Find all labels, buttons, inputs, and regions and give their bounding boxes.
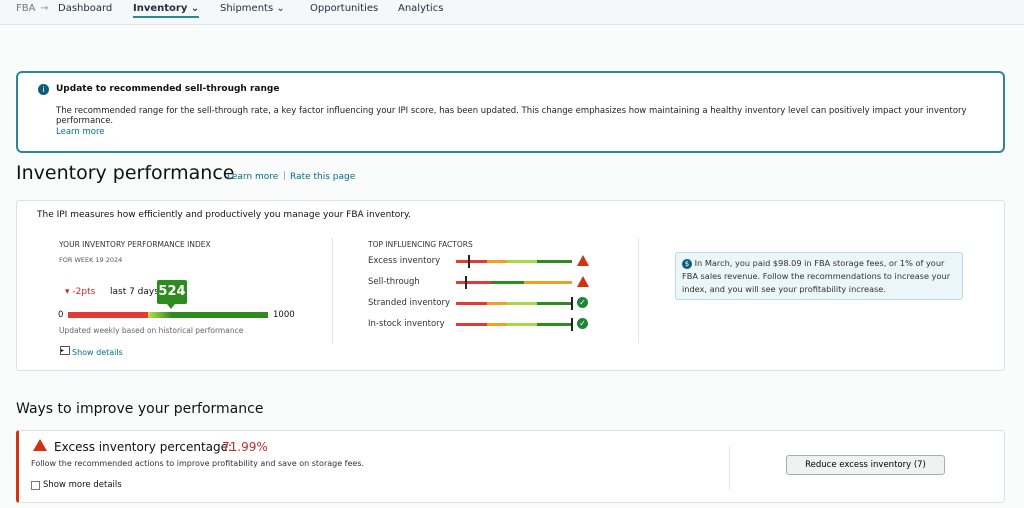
ipi-note: Updated weekly based on historical perfo… (59, 326, 244, 335)
details-icon: ▸ (60, 346, 70, 355)
show-more-label[interactable]: Show more details (43, 480, 122, 490)
storage-fee-tip: $ In March, you paid $98.09 in FBA stora… (675, 252, 963, 300)
divider (638, 238, 639, 343)
nav-inventory[interactable]: Inventory ⌄ (133, 3, 200, 18)
alert-learn-more-link[interactable]: Learn more (56, 127, 104, 137)
page-title: Inventory performance (16, 162, 235, 184)
check-icon: ✓ (577, 297, 588, 308)
show-details-link[interactable]: Show details (72, 348, 123, 357)
warning-icon (577, 255, 589, 266)
warning-icon (33, 439, 47, 451)
ipi-week: FOR WEEK 19 2024 (59, 256, 123, 264)
divider (332, 238, 333, 343)
nav-analytics[interactable]: Analytics (398, 3, 443, 14)
learn-more-link[interactable]: Learn more (227, 172, 278, 182)
factors-heading: TOP INFLUENCING FACTORS (368, 240, 473, 249)
ipi-intro: The IPI measures how efficiently and pro… (37, 210, 411, 220)
factor-label: Excess inventory (368, 256, 441, 266)
factor-marker (465, 276, 467, 289)
factor-label: Stranded inventory (368, 298, 450, 308)
factor-marker (571, 318, 573, 331)
check-icon: ✓ (577, 318, 588, 329)
ipi-max: 1000 (273, 310, 295, 320)
alert-body: The recommended range for the sell-throu… (56, 106, 967, 126)
factor-label: In-stock inventory (368, 319, 445, 329)
improve-title: Ways to improve your performance (16, 401, 264, 417)
nav-dashboard[interactable]: Dashboard (58, 3, 112, 14)
nav-shipments[interactable]: Shipments ⌄ (220, 3, 285, 14)
metric-desc: Follow the recommended actions to improv… (31, 459, 365, 468)
tip-text: In March, you paid $98.09 in FBA storage… (682, 258, 951, 294)
warning-icon (577, 276, 589, 287)
badge-pointer (167, 304, 175, 309)
factor-bar-in-stock (456, 318, 573, 331)
ipi-change: ▾ -2pts (65, 287, 96, 297)
nav-root[interactable]: FBA (16, 3, 35, 14)
show-more-checkbox[interactable] (31, 481, 40, 490)
ipi-min: 0 (58, 310, 64, 320)
divider (729, 446, 730, 490)
ipi-score-badge: 524 (157, 280, 187, 304)
metric-value: 71.99% (222, 440, 268, 454)
factor-bar-stranded (456, 297, 573, 310)
factor-bar-sell-through (456, 276, 572, 289)
rate-page-link[interactable]: Rate this page (290, 172, 355, 182)
ipi-period: last 7 days (110, 287, 159, 297)
ipi-score-bar (68, 312, 268, 318)
ipi-heading: YOUR INVENTORY PERFORMANCE INDEX (59, 240, 211, 249)
info-icon: i (38, 84, 49, 95)
reduce-excess-inventory-button[interactable]: Reduce excess inventory (7) (786, 455, 945, 475)
factor-marker (571, 297, 573, 310)
factor-marker (468, 255, 470, 268)
sell-through-alert: i Update to recommended sell-through ran… (16, 71, 1005, 153)
factor-bar-excess (456, 255, 572, 268)
top-nav: FBA → Dashboard Inventory ⌄ Shipments ⌄ … (0, 0, 1024, 25)
metric-label: Excess inventory percentage: (54, 440, 233, 454)
factor-label: Sell-through (368, 277, 420, 287)
divider: | (283, 171, 287, 181)
nav-opportunities[interactable]: Opportunities (310, 3, 378, 14)
dollar-icon: $ (682, 259, 692, 269)
alert-title: Update to recommended sell-through range (56, 84, 280, 94)
breadcrumb-arrow-icon: → (40, 3, 49, 14)
